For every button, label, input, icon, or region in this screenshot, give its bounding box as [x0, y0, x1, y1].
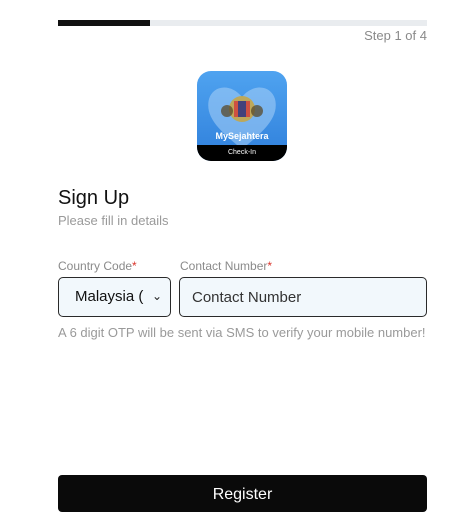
logo-name: MySejahtera [215, 131, 269, 141]
country-code-label: Country Code* [58, 259, 137, 273]
contact-number-label: Contact Number* [180, 259, 272, 273]
required-marker: * [132, 259, 137, 273]
chevron-down-icon: ⌄ [151, 289, 162, 303]
step-indicator: Step 1 of 4 [364, 28, 427, 43]
country-code-label-text: Country Code [58, 259, 133, 273]
contact-number-input[interactable] [179, 277, 427, 317]
progress-bar-fill [58, 20, 151, 26]
page-subtitle: Please fill in details [58, 213, 169, 228]
contact-number-label-text: Contact Number [180, 259, 268, 273]
register-button[interactable]: Register [58, 475, 427, 512]
page-title: Sign Up [58, 187, 130, 209]
country-code-select[interactable]: Malaysia ( ⌄ [58, 277, 171, 317]
otp-help-text: A 6 digit OTP will be sent via SMS to ve… [58, 325, 426, 340]
progress-bar [58, 20, 427, 26]
logo-strip: Check-In [197, 145, 287, 161]
country-code-value: Malaysia ( [75, 288, 144, 305]
required-marker: * [267, 259, 273, 273]
app-logo: MySejahtera Check-In [197, 71, 287, 161]
